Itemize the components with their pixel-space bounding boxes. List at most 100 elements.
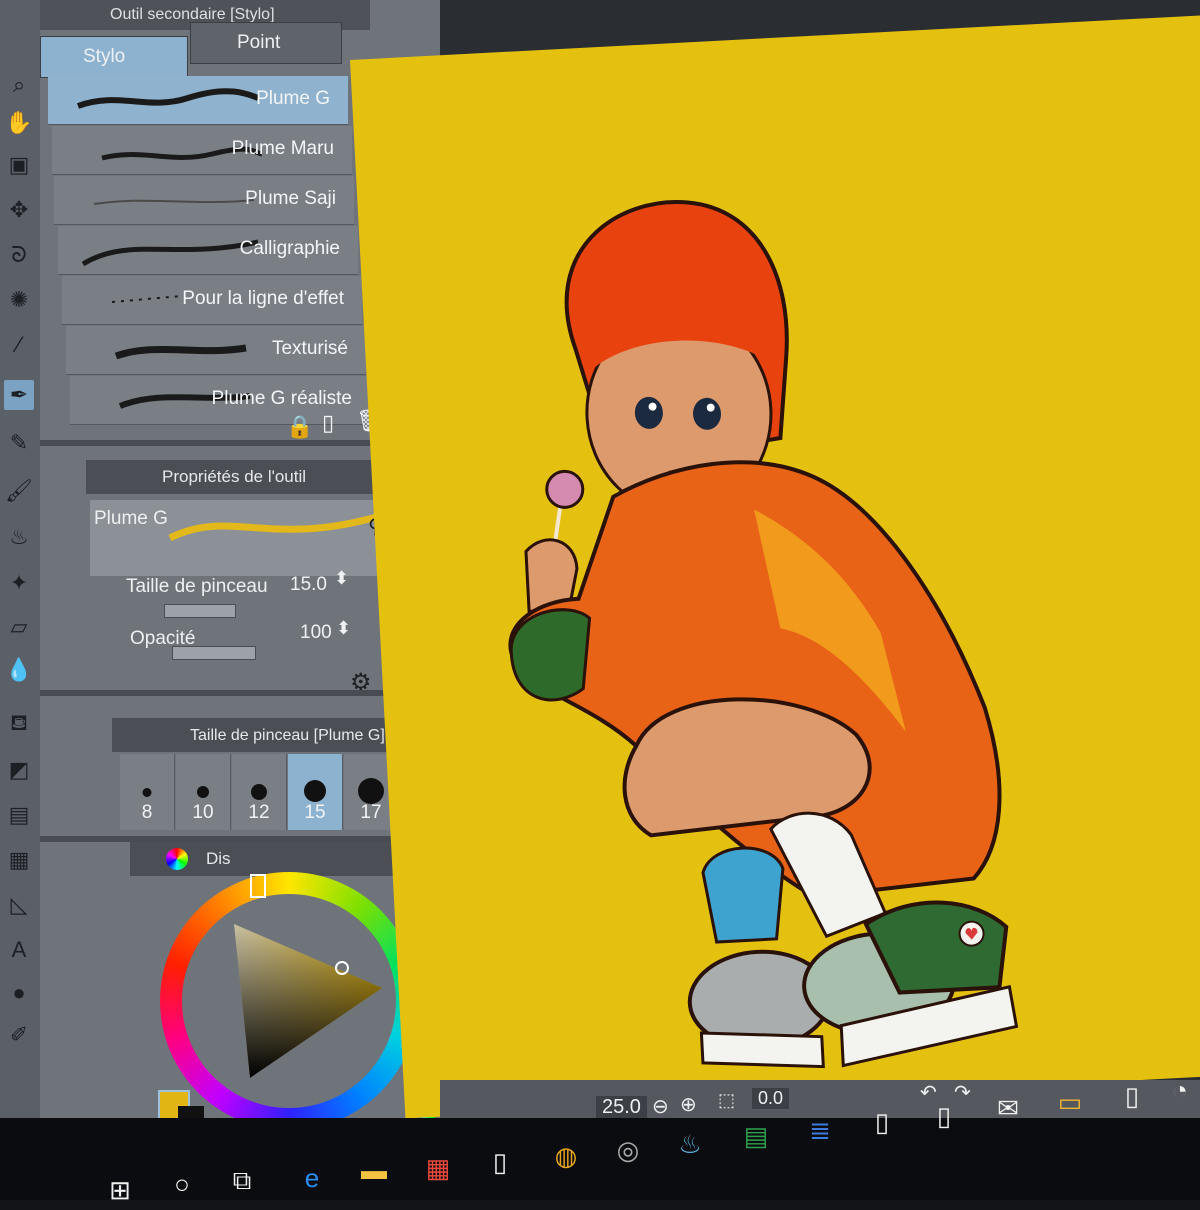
fit-icon[interactable]: ⬚ <box>718 1090 735 1111</box>
size-label: 8 <box>141 802 153 823</box>
balloon-tool-icon[interactable]: ● <box>4 978 34 1008</box>
tool-properties-header: Propriétés de l'outil <box>86 460 406 494</box>
brush-size-stepper[interactable]: ⬍ <box>334 568 349 589</box>
brush-size-8[interactable]: 8 <box>120 754 175 830</box>
color-panel-header: Dis <box>130 842 430 876</box>
brush-item-ligne-effet[interactable]: Pour la ligne d'effet <box>62 276 362 325</box>
app-icon[interactable]: ◎ <box>608 1130 648 1170</box>
tab-stylo[interactable]: Stylo <box>40 36 188 78</box>
decoration-tool-icon[interactable]: ✦ <box>4 568 34 598</box>
correct-line-tool-icon[interactable]: ✐ <box>4 1020 34 1050</box>
new-preset-icon[interactable]: ▯ <box>322 410 334 436</box>
lasso-tool-icon[interactable]: ᘐ <box>4 240 34 270</box>
size-label: 15 <box>304 802 326 823</box>
brush-label: Plume G réaliste <box>211 388 352 409</box>
eraser-tool-icon[interactable]: ▱ <box>4 612 34 642</box>
search-icon[interactable]: ○ <box>162 1164 202 1204</box>
saturation-triangle[interactable] <box>224 918 394 1088</box>
fill-tool-icon[interactable]: ⛾ <box>4 708 34 738</box>
brush-size-12[interactable]: 12 <box>232 754 287 830</box>
tab-point-label: Point <box>237 32 281 53</box>
ruler-tool-icon[interactable]: ◺ <box>4 890 34 920</box>
panel-divider <box>40 690 440 696</box>
brush-size-panel-title: Taille de pinceau [Plume G] <box>190 727 385 744</box>
panel-divider <box>40 836 440 842</box>
opacity-stepper[interactable]: ⬍ <box>336 618 351 639</box>
file-explorer-icon[interactable]: ▬ <box>354 1150 394 1190</box>
text-document-icon[interactable]: ≣ <box>800 1110 840 1150</box>
monitor-screen: ⌕ ✋ ▣ ✥ ᘐ ✺ ⁄ ✒ ✎ 🖌 ♨ ✦ ▱ 💧 ⛾ ◩ ▤ ▦ ◺ A … <box>0 0 1200 1160</box>
tool-preview: Plume G ⚲ <box>90 500 390 576</box>
brush-size-10[interactable]: 10 <box>176 754 231 830</box>
magic-wand-tool-icon[interactable]: ✺ <box>4 285 34 315</box>
brush-label: Calligraphie <box>239 238 340 259</box>
brush-stroke-preview <box>76 88 258 109</box>
brush-size-value[interactable]: 15.0 <box>290 574 327 596</box>
network-icon[interactable]: ◔ <box>1160 1070 1200 1110</box>
secondary-tool-title: Outil secondaire [Stylo] <box>110 6 275 23</box>
drawing-canvas[interactable] <box>350 14 1200 1119</box>
tool-bar: ⌕ ✋ ▣ ✥ ᘐ ✺ ⁄ ✒ ✎ 🖌 ♨ ✦ ▱ 💧 ⛾ ◩ ▤ ▦ ◺ A … <box>0 0 148 1160</box>
brush-size-label: Taille de pinceau <box>126 576 268 597</box>
brush-size-panel-header: Taille de pinceau [Plume G] <box>112 718 412 752</box>
pattern-tool-icon[interactable]: ▤ <box>4 800 34 830</box>
brush-item-calligraphie[interactable]: Calligraphie <box>58 226 358 275</box>
gradient-tool-icon[interactable]: ◩ <box>4 755 34 785</box>
brush-label: Plume Saji <box>245 188 336 209</box>
tab-stylo-label: Stylo <box>83 46 126 67</box>
mail-icon[interactable]: ✉ <box>988 1088 1028 1128</box>
chrome-icon[interactable]: ◍ <box>546 1136 586 1176</box>
color-wheel-tab-icon[interactable] <box>166 848 188 870</box>
hue-marker[interactable] <box>250 874 266 898</box>
brush-item-plume-maru[interactable]: Plume Maru <box>52 126 352 175</box>
zoom-in-icon[interactable]: ⊕ <box>680 1092 697 1117</box>
move-tool-icon[interactable]: ✥ <box>4 195 34 225</box>
zoom-out-icon[interactable]: ⊖ <box>652 1094 669 1119</box>
brush-stroke-preview <box>81 239 259 267</box>
brush-label: Pour la ligne d'effet <box>182 288 344 309</box>
text-tool-icon[interactable]: A <box>4 935 34 965</box>
brush-label: Texturisé <box>271 338 348 359</box>
brush-label: Plume Maru <box>231 138 334 159</box>
brush-label: Plume G <box>256 88 330 109</box>
brush-item-plume-saji[interactable]: Plume Saji <box>54 176 354 225</box>
steam-icon[interactable]: ♨ <box>670 1124 710 1164</box>
size-label: 12 <box>248 802 270 823</box>
brush-item-plume-g[interactable]: Plume G <box>48 76 348 125</box>
brush-size-15[interactable]: 15 <box>288 754 343 830</box>
lock-icon[interactable]: 🔒 <box>286 414 313 440</box>
task-view-icon[interactable]: ⧉ <box>222 1160 262 1200</box>
brush-item-texturise[interactable]: Texturisé <box>66 326 366 375</box>
tool-properties-title: Propriétés de l'outil <box>162 467 307 486</box>
spreadsheet-icon[interactable]: ▤ <box>736 1116 776 1156</box>
zoom-tool-icon[interactable]: ⌕ <box>4 70 34 100</box>
pencil-tool-icon[interactable]: ✎ <box>4 428 34 458</box>
size-label: 10 <box>192 802 214 823</box>
tab-point[interactable]: Point <box>190 22 342 64</box>
brush-tool-icon[interactable]: 🖌 <box>4 476 34 506</box>
edge-icon[interactable]: e <box>292 1158 332 1198</box>
folder-icon[interactable]: ▭ <box>1050 1082 1090 1122</box>
frame-tool-icon[interactable]: ▦ <box>4 845 34 875</box>
layer-move-tool-icon[interactable]: ▣ <box>4 150 34 180</box>
document-icon[interactable]: ▯ <box>480 1142 520 1182</box>
hand-tool-icon[interactable]: ✋ <box>4 108 34 138</box>
opacity-value[interactable]: 100 <box>300 622 332 644</box>
store-icon[interactable]: ▦ <box>418 1148 458 1188</box>
pen-tool-icon[interactable]: ✒ <box>4 380 34 410</box>
blend-tool-icon[interactable]: 💧 <box>4 655 34 685</box>
file-icon[interactable]: ▯ <box>862 1102 902 1142</box>
windows-start-icon[interactable]: ⊞ <box>100 1170 140 1210</box>
airbrush-tool-icon[interactable]: ♨ <box>4 522 34 552</box>
file-icon[interactable]: ▯ <box>924 1096 964 1136</box>
brush-size-slider[interactable] <box>164 604 236 618</box>
brush-stroke-preview <box>114 344 247 360</box>
color-panel-title: Dis <box>206 849 231 868</box>
brush-stroke-preview <box>93 199 255 205</box>
eyedropper-tool-icon[interactable]: ⁄ <box>4 330 34 360</box>
file-icon[interactable]: ▯ <box>1112 1076 1152 1116</box>
opacity-slider[interactable] <box>172 646 256 660</box>
preset-stroke-preview <box>168 512 381 542</box>
rotation-value[interactable]: 0.0 <box>752 1088 790 1109</box>
zoom-value[interactable]: 25.0 <box>596 1096 647 1119</box>
